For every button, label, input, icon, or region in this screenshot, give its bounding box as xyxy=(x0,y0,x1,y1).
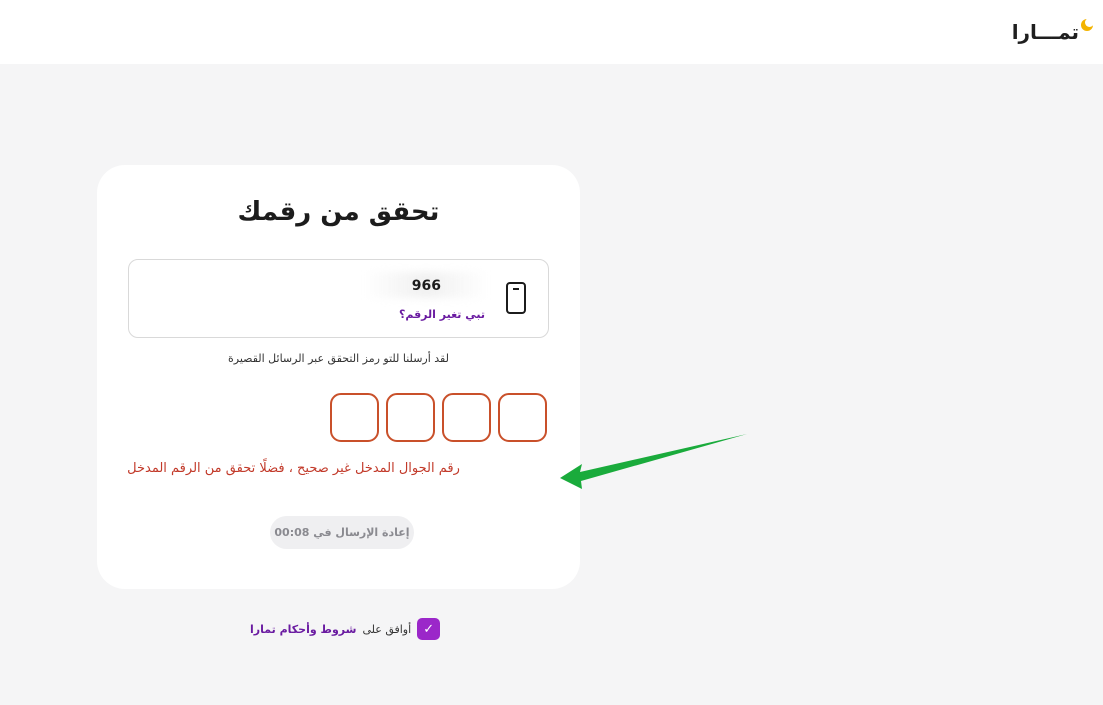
resend-code-button[interactable]: إعادة الإرسال في 00:08 xyxy=(270,516,414,549)
checkmark-icon: ✓ xyxy=(423,621,435,637)
terms-checkbox[interactable]: ✓ xyxy=(417,618,441,640)
error-message: رقم الجوال المدخل غير صحيح ، فضلًا تحقق … xyxy=(127,461,460,476)
sms-sent-note: لقد أرسلنا للتو رمز التحقق عبر الرسائل ا… xyxy=(228,352,449,365)
moon-icon xyxy=(1081,18,1094,31)
main-area: تحقق من رقمك 966 تبي تغير الرقم؟ لقد أرس… xyxy=(0,64,1103,705)
terms-link[interactable]: شروط وأحكام تمارا xyxy=(250,623,356,636)
otp-digit-input[interactable] xyxy=(386,393,435,442)
page-title: تحقق من رقمك xyxy=(237,197,440,227)
logo-text: تمـــارا xyxy=(1011,20,1079,44)
green-arrow-annotation-icon xyxy=(560,434,747,489)
terms-agreement: ✓ أوافق على شروط وأحكام تمارا xyxy=(250,618,441,640)
otp-digit-input[interactable] xyxy=(442,393,491,442)
terms-prefix-text: أوافق على xyxy=(362,622,412,636)
change-number-link[interactable]: تبي تغير الرقم؟ xyxy=(399,308,485,321)
otp-digit-input[interactable] xyxy=(330,393,379,442)
verify-card: تحقق من رقمك 966 تبي تغير الرقم؟ لقد أرس… xyxy=(97,165,580,589)
top-bar: تمـــارا xyxy=(0,0,1103,64)
phone-number: 966 xyxy=(411,278,441,294)
otp-digit-input[interactable] xyxy=(498,393,547,442)
mobile-phone-icon xyxy=(506,282,526,314)
otp-input-group xyxy=(330,393,550,443)
tamara-logo[interactable]: تمـــارا xyxy=(1011,12,1094,52)
phone-number-box: 966 تبي تغير الرقم؟ xyxy=(128,259,549,338)
